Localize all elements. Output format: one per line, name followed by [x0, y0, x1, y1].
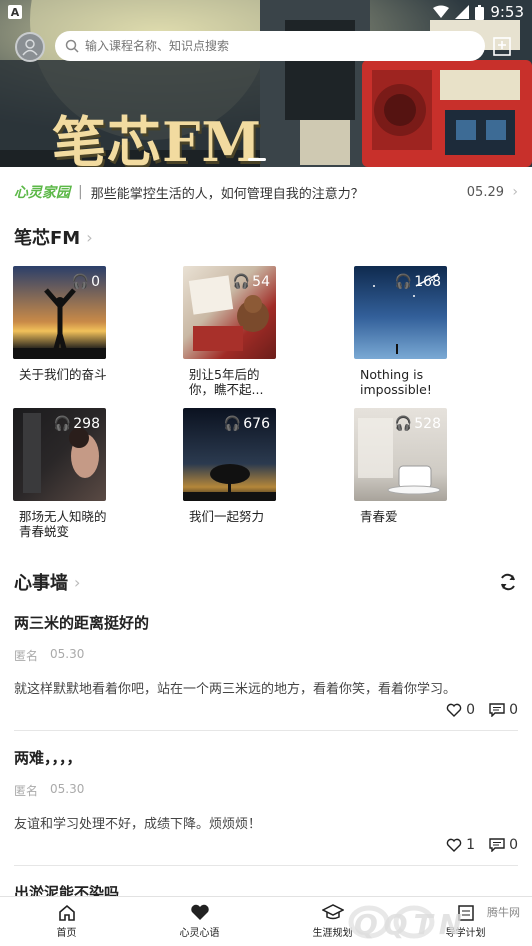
battery-icon [475, 4, 485, 20]
app-screen: A 9:53 笔芯FM 心灵家园 | 那些能掌控生活的人，如何管理自我的注意力？ [0, 0, 532, 946]
wall-section-header[interactable]: 心事墙 › [14, 569, 80, 595]
signal-icon [455, 5, 470, 19]
search-row [0, 30, 532, 62]
refresh-icon[interactable] [498, 572, 518, 592]
home-icon [58, 904, 75, 921]
play-count: 🎧 0 [71, 274, 100, 290]
play-count: 🎧 298 [53, 416, 100, 432]
section-title: 心事墙 [14, 573, 68, 594]
heart-icon [190, 904, 209, 920]
chevron-right-icon: › [74, 572, 81, 592]
tab-mind[interactable]: 心灵心语 [133, 897, 266, 946]
fm-cover: 🎧 54 [183, 266, 276, 359]
headphones-icon: 🎧 [232, 274, 251, 290]
scan-icon[interactable] [492, 35, 512, 57]
comment-icon [489, 838, 505, 852]
fm-caption: 青春爱 [360, 509, 398, 524]
search-input[interactable] [85, 39, 465, 53]
banner-title: 笔芯FM [52, 110, 263, 167]
headphones-icon: 🎧 [223, 416, 242, 432]
like-button[interactable]: 1 [446, 837, 475, 853]
fm-caption: 别让5年后的你，瞧不起... [189, 367, 264, 397]
divider [14, 865, 518, 866]
hero-banner[interactable]: A 9:53 笔芯FM [0, 0, 532, 167]
heart-outline-icon [446, 838, 462, 852]
post-meta: 匿名 05.30 [14, 782, 518, 799]
fm-caption: Nothing is impossible! [360, 367, 432, 397]
divider [14, 730, 518, 731]
fm-card[interactable]: 🎧 54 别让5年后的你，瞧不起... [183, 266, 277, 397]
post-author: 匿名 [14, 649, 39, 663]
tab-home[interactable]: 首页 [0, 897, 133, 946]
post-body: 友谊和学习处理不好，成绩下降。烦烦烦！ [14, 817, 262, 832]
headphones-icon: 🎧 [71, 274, 90, 290]
bottom-tab-bar: 首页 心灵心语 生涯规划 导学计划 [0, 896, 532, 946]
notice-separator: | [78, 184, 83, 200]
post-title: 两三米的距离挺好的 [14, 614, 150, 632]
section-title: 笔芯FM [14, 228, 81, 249]
chevron-right-icon: › [86, 227, 93, 247]
notice-text: 那些能掌控生活的人，如何管理自我的注意力？ [90, 186, 364, 202]
tab-plan[interactable]: 导学计划 [399, 897, 532, 946]
fm-card[interactable]: 🎧 168 Nothing is impossible! [354, 266, 448, 397]
fm-card[interactable]: 🎧 528 青春爱 [354, 408, 448, 524]
post-date: 05.30 [50, 647, 85, 661]
post-title: 两难，，，， [14, 749, 82, 767]
headphones-icon: 🎧 [394, 416, 413, 432]
comment-button[interactable]: 0 [489, 702, 518, 718]
wall-post[interactable]: 两三米的距离挺好的 匿名 05.30 就这样默默地看着你吧，站在一个两三米远的地… [14, 612, 518, 718]
status-bar: A 9:53 [0, 0, 532, 24]
grad-cap-icon [321, 904, 344, 920]
play-count: 🎧 676 [223, 416, 270, 432]
fm-caption: 关于我们的奋斗 [19, 367, 107, 382]
notice-tag: 心灵家园 [14, 185, 70, 201]
fm-cover: 🎧 528 [354, 408, 447, 501]
headphones-icon: 🎧 [53, 416, 72, 432]
play-count: 🎧 168 [394, 274, 441, 290]
fm-card[interactable]: 🎧 676 我们一起努力 [183, 408, 277, 524]
plan-icon [457, 905, 474, 921]
fm-card[interactable]: 🎧 298 那场无人知晓的青春蜕变 [13, 408, 107, 539]
post-body: 就这样默默地看着你吧，站在一个两三米远的地方，看着你笑，看着你学习。 [14, 682, 457, 697]
post-author: 匿名 [14, 784, 39, 798]
chevron-right-icon: › [512, 184, 518, 200]
post-meta: 匿名 05.30 [14, 647, 518, 664]
headphones-icon: 🎧 [394, 274, 413, 290]
fm-caption: 我们一起努力 [189, 509, 265, 524]
comment-button[interactable]: 0 [489, 837, 518, 853]
status-time: 9:53 [490, 3, 524, 21]
fm-section-header[interactable]: 笔芯FM › [14, 224, 93, 250]
wifi-icon [433, 5, 450, 18]
fm-cover: 🎧 168 [354, 266, 447, 359]
post-actions: 0 0 [446, 702, 518, 718]
carousel-indicator [248, 158, 266, 161]
heart-outline-icon [446, 703, 462, 717]
tab-career[interactable]: 生涯规划 [266, 897, 399, 946]
comment-icon [489, 703, 505, 717]
notice-date: 05.29 [466, 184, 504, 200]
fm-card[interactable]: 🎧 0 关于我们的奋斗 [13, 266, 107, 382]
search-bar[interactable] [55, 31, 485, 61]
wall-post[interactable]: 两难，，，， 匿名 05.30 友谊和学习处理不好，成绩下降。烦烦烦！ 1 0 [14, 747, 518, 853]
play-count: 🎧 54 [232, 274, 270, 290]
post-actions: 1 0 [446, 837, 518, 853]
a-icon: A [8, 5, 22, 19]
post-date: 05.30 [50, 782, 85, 796]
search-icon [65, 39, 79, 53]
fm-cover: 🎧 676 [183, 408, 276, 501]
fm-caption: 那场无人知晓的青春蜕变 [19, 509, 107, 539]
play-count: 🎧 528 [394, 416, 441, 432]
like-button[interactable]: 0 [446, 702, 475, 718]
user-icon [22, 39, 38, 56]
fm-cover: 🎧 0 [13, 266, 106, 359]
notice-bar[interactable]: 心灵家园 | 那些能掌控生活的人，如何管理自我的注意力？ 05.29 › [0, 178, 532, 206]
fm-cover: 🎧 298 [13, 408, 106, 501]
avatar[interactable] [15, 32, 45, 62]
